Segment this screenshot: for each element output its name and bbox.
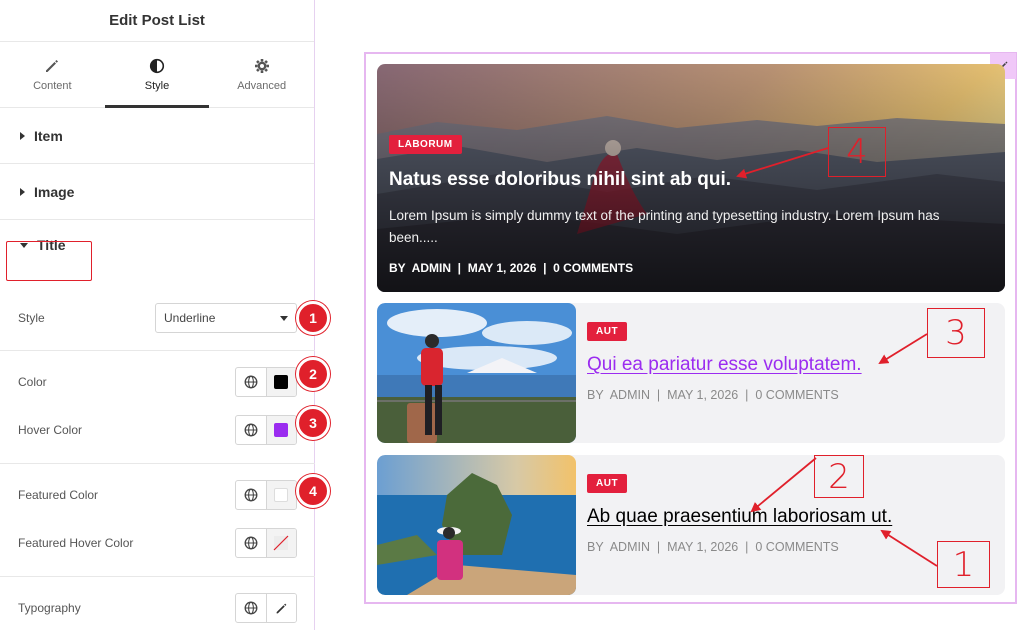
hover-color-swatch-fill xyxy=(274,423,289,437)
panel-title: Edit Post List xyxy=(0,0,314,42)
featured-category-badge[interactable]: LABORUM xyxy=(389,135,462,154)
annotation-3: 3 xyxy=(927,308,985,358)
section-item-label: Item xyxy=(34,127,63,144)
caret-right-icon xyxy=(20,131,25,140)
post-thumbnail[interactable] xyxy=(377,303,576,443)
post-thumbnail[interactable] xyxy=(377,455,576,595)
featured-color-control xyxy=(235,480,297,510)
color-swatch[interactable] xyxy=(265,368,296,396)
panel-tabs: Content Style Advanced xyxy=(0,42,314,108)
featured-content: LABORUM Natus esse doloribus nihil sint … xyxy=(389,134,989,275)
global-icon[interactable] xyxy=(236,529,266,557)
featured-post-meta: BY ADMIN | MAY 1, 2026 | 0 COMMENTS xyxy=(389,261,634,275)
hover-color-row: Hover Color xyxy=(0,414,315,446)
pencil-icon xyxy=(46,59,59,72)
post-image xyxy=(377,455,576,595)
post-meta: BY ADMIN | MAY 1, 2026 | 0 COMMENTS xyxy=(587,388,839,402)
post-image xyxy=(377,303,576,443)
hover-color-control xyxy=(235,415,297,445)
annotation-1: 1 xyxy=(937,541,990,588)
annotation-2: 2 xyxy=(814,455,864,498)
style-select[interactable]: Underline xyxy=(155,303,297,333)
color-label: Color xyxy=(18,375,47,389)
caret-right-icon xyxy=(20,187,25,196)
section-image[interactable]: Image xyxy=(0,164,314,220)
style-label: Style xyxy=(18,311,45,325)
post-title[interactable]: Ab quae praesentium laboriosam ut. xyxy=(587,506,997,528)
section-image-label: Image xyxy=(34,183,75,200)
no-color-icon xyxy=(273,535,289,551)
global-icon[interactable] xyxy=(236,594,266,622)
marker-2: 2 xyxy=(296,357,330,391)
pencil-icon xyxy=(276,603,287,613)
featured-post[interactable]: LABORUM Natus esse doloribus nihil sint … xyxy=(377,64,1005,292)
tab-style-label: Style xyxy=(144,79,170,92)
annotation-4: 4 xyxy=(828,127,886,177)
tab-style[interactable]: Style xyxy=(104,42,210,108)
color-control xyxy=(235,367,297,397)
title-highlight-box xyxy=(6,241,92,281)
style-row: Style Underline xyxy=(0,302,315,334)
post-body: AUT Ab quae praesentium laboriosam ut. B… xyxy=(587,473,997,554)
marker-3: 3 xyxy=(296,406,330,440)
section-item[interactable]: Item xyxy=(0,108,314,164)
gear-icon xyxy=(254,58,269,73)
post-category-badge[interactable]: AUT xyxy=(587,322,628,341)
post-item[interactable]: AUT Qui ea pariatur esse voluptatem. BY … xyxy=(377,303,1005,443)
tab-content-label: Content xyxy=(33,79,72,92)
featured-color-swatch-fill xyxy=(274,488,289,502)
hover-color-label: Hover Color xyxy=(18,423,83,437)
color-swatch-fill xyxy=(274,375,289,389)
featured-hover-color-label: Featured Hover Color xyxy=(18,536,134,550)
featured-hover-color-control xyxy=(235,528,297,558)
typography-label: Typography xyxy=(18,601,81,615)
post-item[interactable]: AUT Ab quae praesentium laboriosam ut. B… xyxy=(377,455,1005,595)
featured-color-label: Featured Color xyxy=(18,488,99,502)
marker-1: 1 xyxy=(296,301,330,335)
global-icon[interactable] xyxy=(236,481,266,509)
post-meta: BY ADMIN | MAY 1, 2026 | 0 COMMENTS xyxy=(587,540,839,554)
chevron-down-icon xyxy=(280,315,288,321)
hover-color-swatch[interactable] xyxy=(265,416,296,444)
featured-color-row: Featured Color xyxy=(0,479,315,511)
typography-control xyxy=(235,593,297,623)
featured-post-title[interactable]: Natus esse doloribus nihil sint ab qui. xyxy=(389,169,989,191)
app-root: Edit Post List Content Style Advanced It… xyxy=(0,0,1024,630)
tab-advanced-label: Advanced xyxy=(237,79,287,92)
global-icon[interactable] xyxy=(236,416,266,444)
featured-post-excerpt: Lorem Ipsum is simply dummy text of the … xyxy=(389,208,940,245)
divider xyxy=(0,463,315,464)
tab-advanced[interactable]: Advanced xyxy=(209,42,314,107)
contrast-icon xyxy=(149,58,165,73)
featured-hover-color-row: Featured Hover Color xyxy=(0,527,315,559)
typography-edit-button[interactable] xyxy=(265,594,296,622)
divider xyxy=(0,576,315,577)
featured-color-swatch[interactable] xyxy=(265,481,296,509)
marker-4: 4 xyxy=(296,474,330,508)
typography-row: Typography xyxy=(0,592,315,624)
divider xyxy=(0,350,315,351)
global-icon[interactable] xyxy=(236,368,266,396)
style-select-value: Underline xyxy=(164,311,216,325)
featured-hover-color-swatch[interactable] xyxy=(265,529,296,557)
tab-content[interactable]: Content xyxy=(0,42,105,107)
post-category-badge[interactable]: AUT xyxy=(587,474,628,493)
color-row: Color xyxy=(0,366,315,398)
